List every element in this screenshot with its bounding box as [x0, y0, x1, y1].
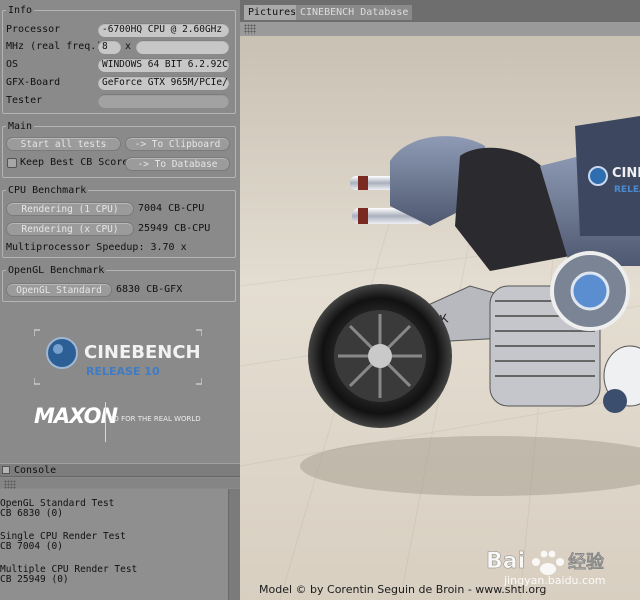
fairing-decal: CINE	[612, 166, 640, 181]
rendering-xcpu-button[interactable]: Rendering (x CPU)	[6, 222, 134, 236]
console-line: CB 7004 (0)	[0, 541, 63, 552]
mhz-field[interactable]: 8	[98, 40, 121, 54]
tab-pictures[interactable]: Pictures	[244, 5, 301, 20]
cpu-benchmark-group: CPU Benchmark Rendering (1 CPU) 7004 CB-…	[2, 185, 236, 258]
picture-toolbar	[240, 22, 640, 36]
cinebench-wordmark: CINEBENCH	[84, 342, 201, 363]
info-group: Info Processor -6700HQ CPU @ 2.60GHz MHz…	[2, 5, 236, 114]
gfx-label: GFX-Board	[6, 77, 61, 88]
os-field[interactable]: WINDOWS 64 BIT 6.2.92C	[98, 58, 229, 72]
to-database-button[interactable]: -> To Database	[125, 157, 230, 171]
main-group: Main Start all tests -> To Clipboard Kee…	[2, 121, 236, 178]
start-all-tests-button[interactable]: Start all tests	[6, 137, 121, 151]
maxon-separator	[105, 402, 106, 442]
console-line: CB 25949 (0)	[0, 574, 69, 585]
watermark-brand-b: 经验	[568, 551, 605, 573]
rendering-1cpu-score: 7004 CB-CPU	[138, 203, 205, 214]
paw-icon	[532, 550, 564, 575]
console-grip[interactable]	[0, 478, 240, 490]
watermark-url: jingyan.baidu.com	[503, 574, 606, 587]
console-header[interactable]: Console	[0, 463, 240, 477]
release-wordmark: RELEASE 10	[86, 365, 160, 378]
keep-best-label: Keep Best CB Score	[20, 157, 129, 168]
opengl-benchmark-group: OpenGL Benchmark OpenGL Standard 6830 CB…	[2, 265, 236, 302]
cinebench-sphere-icon	[46, 337, 78, 369]
cinebench-logo: CINEBENCH RELEASE 10	[34, 329, 202, 385]
keep-best-checkbox[interactable]	[7, 158, 17, 168]
main-group-title: Main	[6, 121, 35, 132]
rendering-1cpu-button[interactable]: Rendering (1 CPU)	[6, 202, 134, 216]
opengl-standard-score: 6830 CB-GFX	[116, 284, 183, 295]
processor-field[interactable]: -6700HQ CPU @ 2.60GHz	[98, 23, 229, 37]
opengl-standard-button[interactable]: OpenGL Standard	[6, 283, 112, 297]
fairing-badge	[588, 166, 608, 186]
rendering-xcpu-score: 25949 CB-CPU	[138, 223, 211, 234]
tab-cinebench-database[interactable]: CINEBENCH Database	[296, 5, 413, 20]
opengl-group-title: OpenGL Benchmark	[6, 265, 107, 276]
tab-bar: Pictures CINEBENCH Database	[240, 0, 640, 22]
mhz-label: MHz (real freq.)	[6, 41, 103, 52]
cpu-group-title: CPU Benchmark	[6, 185, 89, 196]
multiprocessor-speedup: Multiprocessor Speedup: 3.70 x	[6, 242, 187, 253]
picture-grip-icon[interactable]	[244, 24, 256, 34]
os-label: OS	[6, 59, 19, 70]
gfx-field[interactable]: GeForce GTX 965M/PCIe/	[98, 76, 229, 90]
fairing-decal-release: RELEA	[614, 185, 640, 195]
render-viewport: ОЛБЧЖ CINE RELEA	[240, 36, 640, 600]
left-panel: Info Processor -6700HQ CPU @ 2.60GHz MHz…	[0, 0, 240, 600]
rendered-motorcycle-scene: ОЛБЧЖ CINE RELEA	[240, 36, 640, 600]
maxon-tagline: 3D FOR THE REAL WORLD	[109, 415, 201, 423]
info-group-title: Info	[6, 5, 35, 16]
processor-label: Processor	[6, 24, 61, 35]
tester-field[interactable]	[98, 94, 229, 108]
maxon-logo: MAXON 3D FOR THE REAL WORLD	[34, 402, 204, 442]
console-toggle-checkbox[interactable]	[2, 466, 10, 474]
console-output: OpenGL Standard Test CB 6830 (0) Single …	[0, 489, 228, 600]
tester-label: Tester	[6, 95, 43, 106]
console-scrollbar[interactable]	[228, 489, 240, 600]
console-line: CB 6830 (0)	[0, 508, 63, 519]
baidu-watermark: Bai 经验 jingyan.baidu.com	[486, 549, 606, 587]
mhz-multiplier: x	[125, 41, 132, 52]
console-title: Console	[14, 465, 57, 476]
mhz-real-field[interactable]	[136, 40, 229, 54]
watermark-brand-a: Bai	[486, 549, 525, 574]
to-clipboard-button[interactable]: -> To Clipboard	[125, 137, 230, 151]
